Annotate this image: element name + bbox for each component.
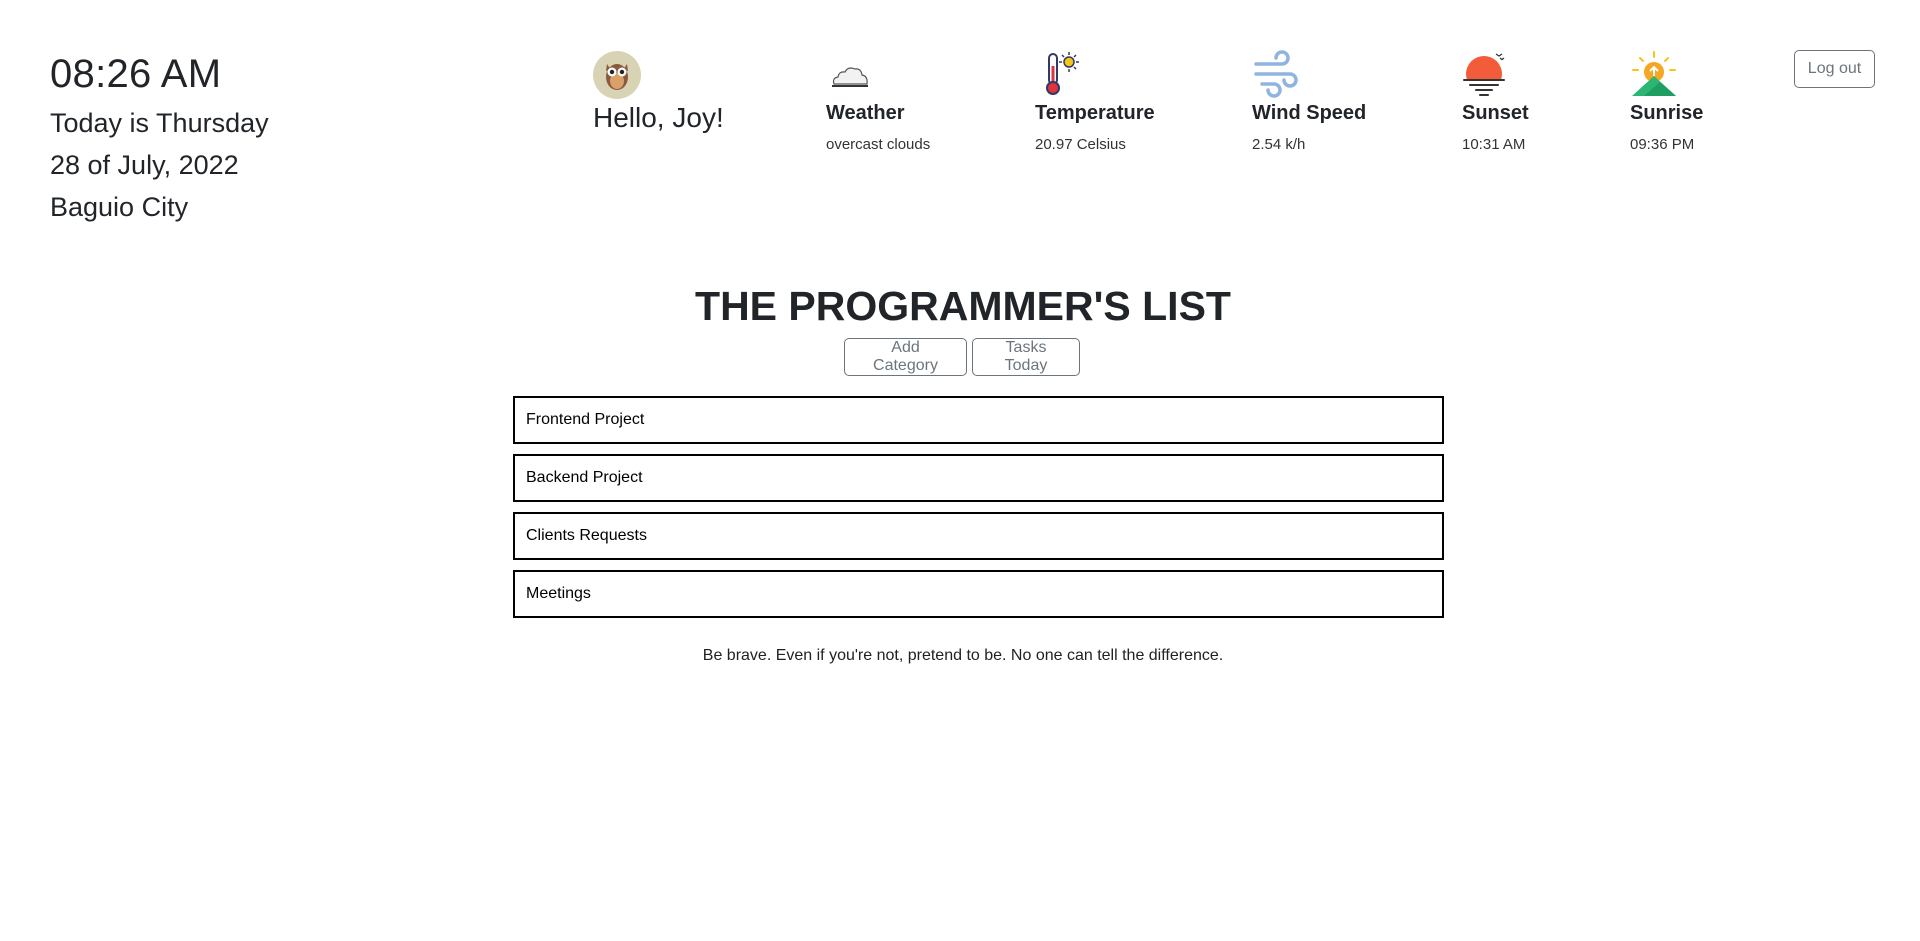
category-item-clients-requests[interactable]: Clients Requests — [513, 512, 1444, 560]
category-item-meetings[interactable]: Meetings — [513, 570, 1444, 618]
sunset-stat: Sunset 10:31 AM — [1462, 50, 1529, 153]
tasks-today-button[interactable]: Tasks Today — [972, 338, 1080, 376]
owl-avatar-icon — [593, 51, 641, 99]
category-list: Frontend Project Backend Project Clients… — [513, 396, 1444, 628]
page-title: THE PROGRAMMER'S LIST — [695, 283, 1231, 329]
user-greeting: Hello, Joy! — [593, 102, 724, 133]
temperature-value: 20.97 Celsius — [1035, 136, 1126, 153]
weather-stat: Weather overcast clouds — [826, 50, 930, 153]
add-category-button[interactable]: Add Category — [844, 338, 967, 376]
sunrise-icon — [1632, 51, 1676, 96]
sunrise-stat: Sunrise 09:36 PM — [1630, 50, 1703, 153]
weather-value: overcast clouds — [826, 136, 931, 153]
sunset-value: 10:31 AM — [1462, 136, 1526, 153]
current-date: 28 of July, 2022 — [50, 150, 239, 180]
category-item-frontend-project[interactable]: Frontend Project — [513, 396, 1444, 444]
wind-speed-value: 2.54 k/h — [1252, 136, 1306, 153]
wind-speed-stat: Wind Speed 2.54 k/h — [1252, 50, 1366, 153]
wind-speed-label: Wind Speed — [1252, 102, 1367, 124]
action-buttons: Add Category Tasks Today — [844, 338, 1080, 376]
quote-text: Be brave. Even if you're not, pretend to… — [702, 647, 1224, 664]
current-day: Today is Thursday — [50, 108, 269, 138]
sunset-icon — [1462, 53, 1510, 98]
temperature-stat: Temperature 20.97 Celsius — [1035, 50, 1155, 153]
cloud-icon — [832, 67, 868, 87]
temperature-label: Temperature — [1035, 102, 1155, 124]
wind-icon — [1254, 50, 1298, 98]
category-item-backend-project[interactable]: Backend Project — [513, 454, 1444, 502]
sunrise-value: 09:36 PM — [1630, 136, 1695, 153]
sunrise-label: Sunrise — [1630, 102, 1704, 124]
dashboard-page: 08:26 AM Today is Thursday 28 of July, 2… — [0, 0, 1920, 941]
weather-label: Weather — [826, 102, 905, 124]
current-time: 08:26 AM — [50, 52, 222, 96]
thermometer-icon — [1046, 52, 1079, 95]
current-city: Baguio City — [50, 192, 189, 222]
sunset-label: Sunset — [1462, 102, 1529, 124]
logout-button[interactable]: Log out — [1794, 50, 1875, 88]
